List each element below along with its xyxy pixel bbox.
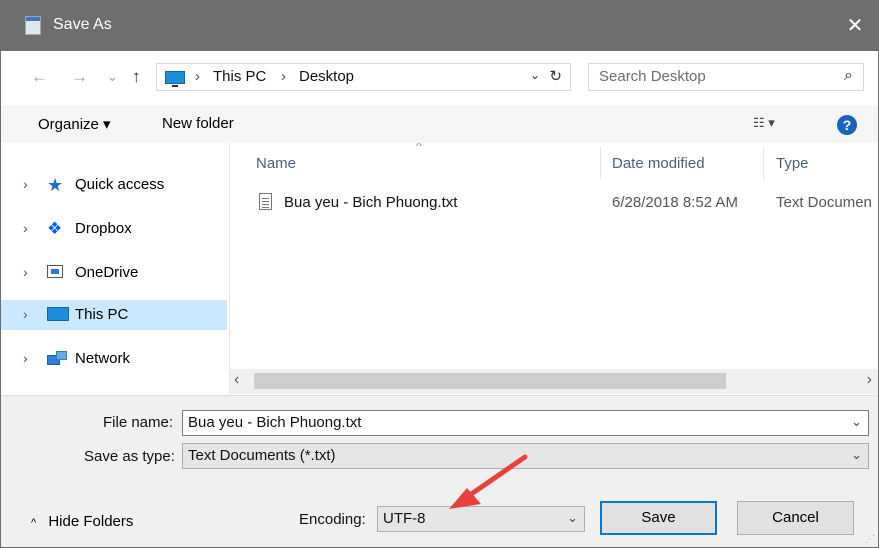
resize-grip-icon[interactable]: ⋰ xyxy=(865,534,875,545)
title-bar: Save As ✕ xyxy=(1,1,878,51)
file-type: Text Documen xyxy=(776,194,872,211)
save-as-type-value: Text Documents (*.txt) xyxy=(188,447,336,464)
file-name-field[interactable]: Bua yeu - Bich Phuong.txt ⌄ xyxy=(182,410,869,436)
breadcrumb-separator: › xyxy=(195,68,200,85)
hide-folders-button[interactable]: ^ Hide Folders xyxy=(31,513,133,530)
text-file-icon xyxy=(259,193,272,210)
encoding-label: Encoding: xyxy=(299,511,366,528)
up-button[interactable]: ↑ xyxy=(132,67,141,87)
nav-item-label: Quick access xyxy=(75,176,165,193)
sort-ascending-icon: ^ xyxy=(416,143,422,153)
computer-icon xyxy=(47,307,69,321)
chevron-down-icon[interactable]: ⌄ xyxy=(851,447,862,463)
encoding-value: UTF-8 xyxy=(383,510,426,527)
nav-item-quick-access[interactable]: › ★ Quick access xyxy=(1,170,227,200)
back-button[interactable]: ← xyxy=(31,67,48,87)
breadcrumb-this-pc[interactable]: This PC xyxy=(213,68,266,85)
help-icon[interactable]: ? xyxy=(837,115,857,135)
scrollbar-thumb[interactable] xyxy=(254,373,726,389)
expand-chevron-icon[interactable]: › xyxy=(23,220,28,236)
scroll-right-icon[interactable]: › xyxy=(867,371,872,389)
nav-item-this-pc[interactable]: › This PC xyxy=(1,300,227,330)
address-bar[interactable]: › This PC › Desktop ⌄ ↻ xyxy=(156,63,571,91)
nav-item-label: OneDrive xyxy=(75,264,139,281)
command-bar: Organize ▾ New folder ☷ ▾ ? xyxy=(1,105,878,143)
address-row: ← → ⌄ ↑ › This PC › Desktop ⌄ ↻ Search D… xyxy=(1,51,878,105)
notepad-icon xyxy=(25,16,41,35)
file-row[interactable]: Bua yeu - Bich Phuong.txt 6/28/2018 8:52… xyxy=(230,187,878,215)
onedrive-icon xyxy=(47,265,63,278)
save-as-type-select[interactable]: Text Documents (*.txt) ⌄ xyxy=(182,443,869,469)
search-input[interactable]: Search Desktop xyxy=(599,68,706,85)
file-name-label: File name: xyxy=(103,414,174,431)
chevron-down-icon[interactable]: ⌄ xyxy=(851,414,862,430)
star-icon: ★ xyxy=(47,175,64,195)
column-separator[interactable] xyxy=(763,147,764,179)
search-icon[interactable]: ⌕ xyxy=(844,67,853,85)
save-options-panel: File name: Bua yeu - Bich Phuong.txt ⌄ S… xyxy=(1,395,878,547)
navigation-pane: › ★ Quick access › ❖ Dropbox › OneDrive … xyxy=(1,143,229,395)
breadcrumb-desktop[interactable]: Desktop xyxy=(299,68,354,85)
nav-item-label: Dropbox xyxy=(75,220,132,237)
change-view-button[interactable]: ☷ ▾ xyxy=(753,115,775,131)
expand-chevron-icon[interactable]: › xyxy=(23,306,28,322)
save-as-type-label: Save as type: xyxy=(84,448,175,465)
encoding-select[interactable]: UTF-8 ⌄ xyxy=(377,506,585,532)
horizontal-scrollbar[interactable]: ‹ › xyxy=(230,369,878,394)
column-separator[interactable] xyxy=(600,147,601,179)
dialog-title: Save As xyxy=(53,16,112,33)
breadcrumb-separator: › xyxy=(281,68,286,85)
scroll-left-icon[interactable]: ‹ xyxy=(234,371,239,389)
nav-item-network[interactable]: › Network xyxy=(1,344,227,374)
file-date-modified: 6/28/2018 8:52 AM xyxy=(612,194,738,211)
expand-chevron-icon[interactable]: › xyxy=(23,176,28,192)
file-name-value[interactable]: Bua yeu - Bich Phuong.txt xyxy=(188,414,361,431)
search-box[interactable]: Search Desktop ⌕ xyxy=(588,63,864,91)
cancel-button[interactable]: Cancel xyxy=(737,501,854,535)
address-dropdown-button[interactable]: ⌄ xyxy=(530,68,540,82)
network-icon xyxy=(47,351,67,365)
hide-folders-label: Hide Folders xyxy=(48,513,134,530)
nav-item-dropbox[interactable]: › ❖ Dropbox xyxy=(1,214,227,244)
expand-chevron-icon[interactable]: › xyxy=(23,350,28,366)
save-as-dialog: Save As ✕ ← → ⌄ ↑ › This PC › Desktop ⌄ … xyxy=(0,0,879,548)
computer-icon xyxy=(165,71,185,87)
nav-item-label: This PC xyxy=(75,306,129,323)
forward-button[interactable]: → xyxy=(71,67,88,87)
dropbox-icon: ❖ xyxy=(47,219,63,238)
close-button[interactable]: ✕ xyxy=(832,1,878,51)
refresh-button[interactable]: ↻ xyxy=(549,67,562,85)
nav-item-label: Network xyxy=(75,350,131,367)
column-header-type[interactable]: Type xyxy=(776,155,809,172)
recent-locations-button[interactable]: ⌄ xyxy=(107,69,118,85)
expand-chevron-icon[interactable]: › xyxy=(23,264,28,280)
file-list: ^ Name Date modified Type Bua yeu - Bich… xyxy=(230,143,878,395)
nav-item-onedrive[interactable]: › OneDrive xyxy=(1,258,227,288)
column-header-date-modified[interactable]: Date modified xyxy=(612,155,705,172)
organize-menu[interactable]: Organize ▾ xyxy=(38,115,111,133)
column-header-name[interactable]: Name xyxy=(256,155,296,172)
new-folder-button[interactable]: New folder xyxy=(162,115,234,132)
save-button[interactable]: Save xyxy=(600,501,717,535)
file-name: Bua yeu - Bich Phuong.txt xyxy=(284,194,458,211)
chevron-down-icon[interactable]: ⌄ xyxy=(567,510,578,526)
chevron-up-icon: ^ xyxy=(31,517,37,529)
